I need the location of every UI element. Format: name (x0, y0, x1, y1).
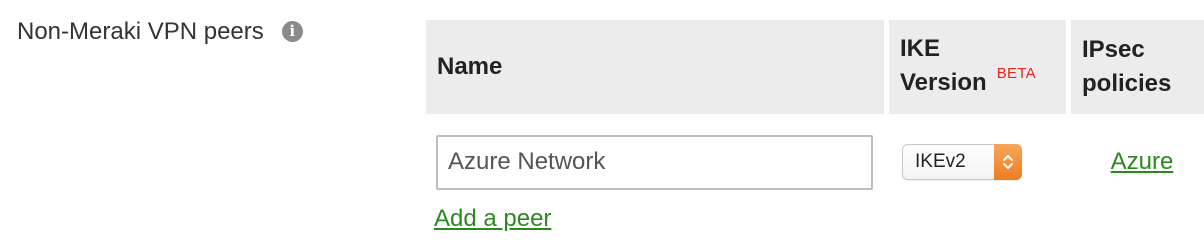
vpn-peers-panel: Non-Meraki VPN peers i Name IKE Version B… (0, 0, 1204, 246)
add-peer-link[interactable]: Add a peer (434, 205, 551, 233)
column-header-ike-line2: Version (900, 68, 987, 96)
table-header-row: Name IKE Version BETA IPsec policies (426, 20, 1204, 114)
ike-version-select[interactable]: IKEv2 (902, 144, 1022, 180)
column-header-ike-line1: IKE (900, 34, 941, 62)
cell-ipsec-policies: Azure (1071, 144, 1204, 176)
section-label: Non-Meraki VPN peers i (17, 18, 303, 46)
cell-ike-version: IKEv2 (889, 140, 1066, 180)
ike-version-value: IKEv2 (915, 151, 966, 172)
info-icon[interactable]: i (281, 20, 303, 42)
table-row: IKEv2 Azure (426, 114, 1204, 206)
column-header-ipsec-line1: IPsec (1082, 36, 1145, 63)
chevron-up-down-icon[interactable] (994, 144, 1022, 180)
ipsec-policy-link[interactable]: Azure (1111, 148, 1174, 175)
column-header-name-label: Name (437, 53, 503, 80)
section-label-text: Non-Meraki VPN peers (17, 18, 264, 45)
column-header-name: Name (426, 20, 884, 114)
cell-name (426, 131, 884, 190)
beta-badge: BETA (996, 64, 1036, 82)
column-header-ipsec-line2: policies (1082, 70, 1172, 97)
column-header-ipsec-policies: IPsec policies (1071, 20, 1204, 114)
column-header-ike-version: IKE Version BETA (889, 20, 1066, 114)
peers-table: Name IKE Version BETA IPsec policies Azu… (426, 20, 1204, 206)
peer-name-input[interactable] (436, 134, 873, 190)
